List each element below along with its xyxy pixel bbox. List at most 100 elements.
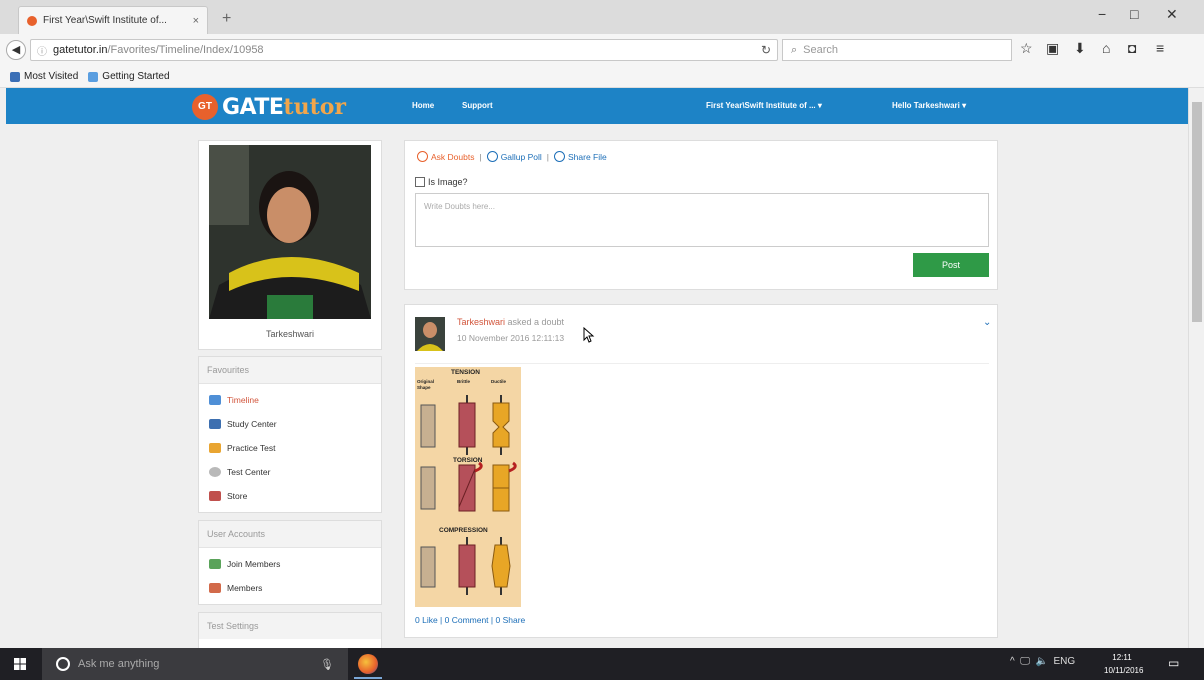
diagram-title-torsion: TORSION <box>453 457 483 464</box>
bookmark-getting-started[interactable]: Getting Started <box>88 71 170 82</box>
star-icon[interactable]: ☆ <box>1020 40 1033 57</box>
cortana-icon <box>56 657 70 671</box>
logo-text-gate: GATE <box>222 94 284 120</box>
sidebar-item-store[interactable]: Store <box>199 484 381 508</box>
bookmark-most-visited[interactable]: Most Visited <box>10 71 78 82</box>
test-settings-menu: Test Settings <box>198 612 382 648</box>
diagram-title-tension: TENSION <box>451 369 480 376</box>
volume-icon[interactable]: 🔈 <box>1035 656 1047 667</box>
page-scrollbar[interactable] <box>1188 88 1204 648</box>
post-verb: asked a doubt <box>505 317 565 327</box>
mouse-cursor-icon <box>583 327 595 343</box>
firefox-taskbar-icon[interactable] <box>358 654 378 674</box>
bookmarks-bar: Most Visited Getting Started <box>0 66 1204 88</box>
firefox-bookmark-icon <box>88 71 99 82</box>
url-path: /Favorites/Timeline/Index/10958 <box>107 44 264 56</box>
nav-user-dropdown[interactable]: Hello Tarkeshwari ▾ <box>892 101 966 110</box>
cortana-placeholder: Ask me anything <box>78 658 160 670</box>
chevron-up-icon[interactable]: ^ <box>1010 656 1015 667</box>
is-image-label: Is Image? <box>428 177 468 187</box>
chevron-down-icon[interactable]: ⌄ <box>983 317 991 328</box>
members-icon <box>209 583 221 593</box>
system-tray[interactable]: ^ 🖵 🔈 ENG <box>1010 656 1075 667</box>
sidebar-item-label: Store <box>227 491 248 501</box>
timeline-icon <box>209 395 221 405</box>
gallup-poll-tab[interactable]: Gallup Poll <box>486 151 542 162</box>
sidebar-item-timeline[interactable]: Timeline <box>199 388 381 412</box>
post-composer: Ask Doubts | Gallup Poll | Share File Is… <box>404 140 998 290</box>
taskbar-clock[interactable]: 12:11 10/11/2016 <box>1104 651 1143 677</box>
tab-strip: First Year\Swift Institute of... × + − □… <box>0 0 1204 34</box>
share-file-tab[interactable]: Share File <box>554 151 607 162</box>
active-app-indicator <box>354 677 382 679</box>
bookmark-label: Getting Started <box>102 71 170 82</box>
favourites-menu: Favourites Timeline Study Center Practic… <box>198 356 382 513</box>
sidebar-item-label: Join Members <box>227 559 281 569</box>
sidebar-item-join-members[interactable]: Join Members <box>199 552 381 576</box>
microphone-icon[interactable]: 🎙 <box>320 658 334 671</box>
sidebar-item-members[interactable]: Members <box>199 576 381 600</box>
post-attachment-image[interactable]: TENSION Original Shape Brittle Ductile T… <box>415 367 521 607</box>
window-close-icon[interactable]: ✕ <box>1166 6 1178 23</box>
url-host: gatetutor.in <box>53 44 108 56</box>
menu-icon[interactable]: ≡ <box>1156 40 1164 56</box>
sidebar-item-test-center[interactable]: Test Center <box>199 460 381 484</box>
nav-home[interactable]: Home <box>412 101 434 110</box>
maximize-icon[interactable]: □ <box>1130 6 1138 22</box>
post-button[interactable]: Post <box>913 253 989 277</box>
site-header: GT GATE tutor Home Support First Year\Sw… <box>6 88 1188 124</box>
browser-tab[interactable]: First Year\Swift Institute of... × <box>18 6 208 34</box>
search-icon: ⌕ <box>791 43 798 56</box>
pocket-icon[interactable]: ◘ <box>1128 40 1136 56</box>
sidebar-item-study-center[interactable]: Study Center <box>199 412 381 436</box>
reading-list-icon[interactable]: ▣ <box>1046 40 1059 57</box>
site-logo[interactable]: GT GATE tutor <box>192 94 346 120</box>
post-author[interactable]: Tarkeshwari <box>457 317 505 327</box>
action-center-icon[interactable]: ▭ <box>1168 656 1179 670</box>
network-icon[interactable]: 🖵 <box>1020 656 1030 667</box>
join-members-icon <box>209 559 221 569</box>
nav-institute-dropdown[interactable]: First Year\Swift Institute of ... ▾ <box>706 101 822 110</box>
browser-search-input[interactable]: ⌕ Search <box>782 39 1012 61</box>
ask-doubts-tab[interactable]: Ask Doubts <box>417 151 474 162</box>
post-meta: Tarkeshwari asked a doubt 10 November 20… <box>457 317 564 343</box>
profile-name: Tarkeshwari <box>265 329 314 339</box>
url-bar[interactable]: ⓘ gatetutor.in/Favorites/Timeline/Index/… <box>30 39 778 61</box>
composer-actions: Ask Doubts | Gallup Poll | Share File <box>417 151 607 162</box>
nav-support[interactable]: Support <box>462 101 493 110</box>
diagram-col-ductile: Ductile <box>491 379 507 384</box>
diagram-col-original: Original Shape <box>417 379 435 390</box>
share-file-label: Share File <box>568 151 607 162</box>
checkbox-box[interactable] <box>415 177 425 187</box>
favourites-header: Favourites <box>199 357 381 384</box>
post-stats[interactable]: 0 Like | 0 Comment | 0 Share <box>415 615 525 625</box>
sidebar-item-label: Timeline <box>227 395 259 405</box>
new-tab-icon[interactable]: + <box>222 10 231 28</box>
back-arrow-icon[interactable]: ◀ <box>6 40 26 60</box>
site-favicon-icon <box>27 15 37 26</box>
avatar[interactable] <box>415 317 445 351</box>
user-accounts-header: User Accounts <box>199 521 381 548</box>
is-image-checkbox[interactable]: Is Image? <box>415 177 468 187</box>
download-icon[interactable]: ⬇ <box>1074 40 1086 57</box>
reload-icon[interactable]: ↻ <box>761 43 771 57</box>
sidebar-item-label: Members <box>227 583 263 593</box>
profile-photo[interactable] <box>209 145 371 319</box>
cortana-search-input[interactable]: Ask me anything 🎙 <box>42 648 348 680</box>
sidebar-item-label: Study Center <box>227 419 277 429</box>
close-tab-icon[interactable]: × <box>193 15 199 27</box>
separator: | <box>546 151 550 162</box>
gallup-poll-label: Gallup Poll <box>500 151 542 162</box>
minimize-icon[interactable]: − <box>1098 6 1106 22</box>
info-icon[interactable]: ⓘ <box>37 43 47 58</box>
share-icon <box>554 151 566 162</box>
profile-card: Tarkeshwari <box>198 140 382 350</box>
home-icon[interactable]: ⌂ <box>1102 40 1110 56</box>
doubt-textarea[interactable]: Write Doubts here... <box>415 193 989 247</box>
scrollbar-thumb[interactable] <box>1192 102 1202 322</box>
plus-circle-icon <box>417 151 428 162</box>
sidebar-item-practice-test[interactable]: Practice Test <box>199 436 381 460</box>
windows-start-icon[interactable] <box>14 658 26 670</box>
diagram-col-brittle: Brittle <box>457 379 471 384</box>
language-indicator[interactable]: ENG <box>1053 656 1075 667</box>
